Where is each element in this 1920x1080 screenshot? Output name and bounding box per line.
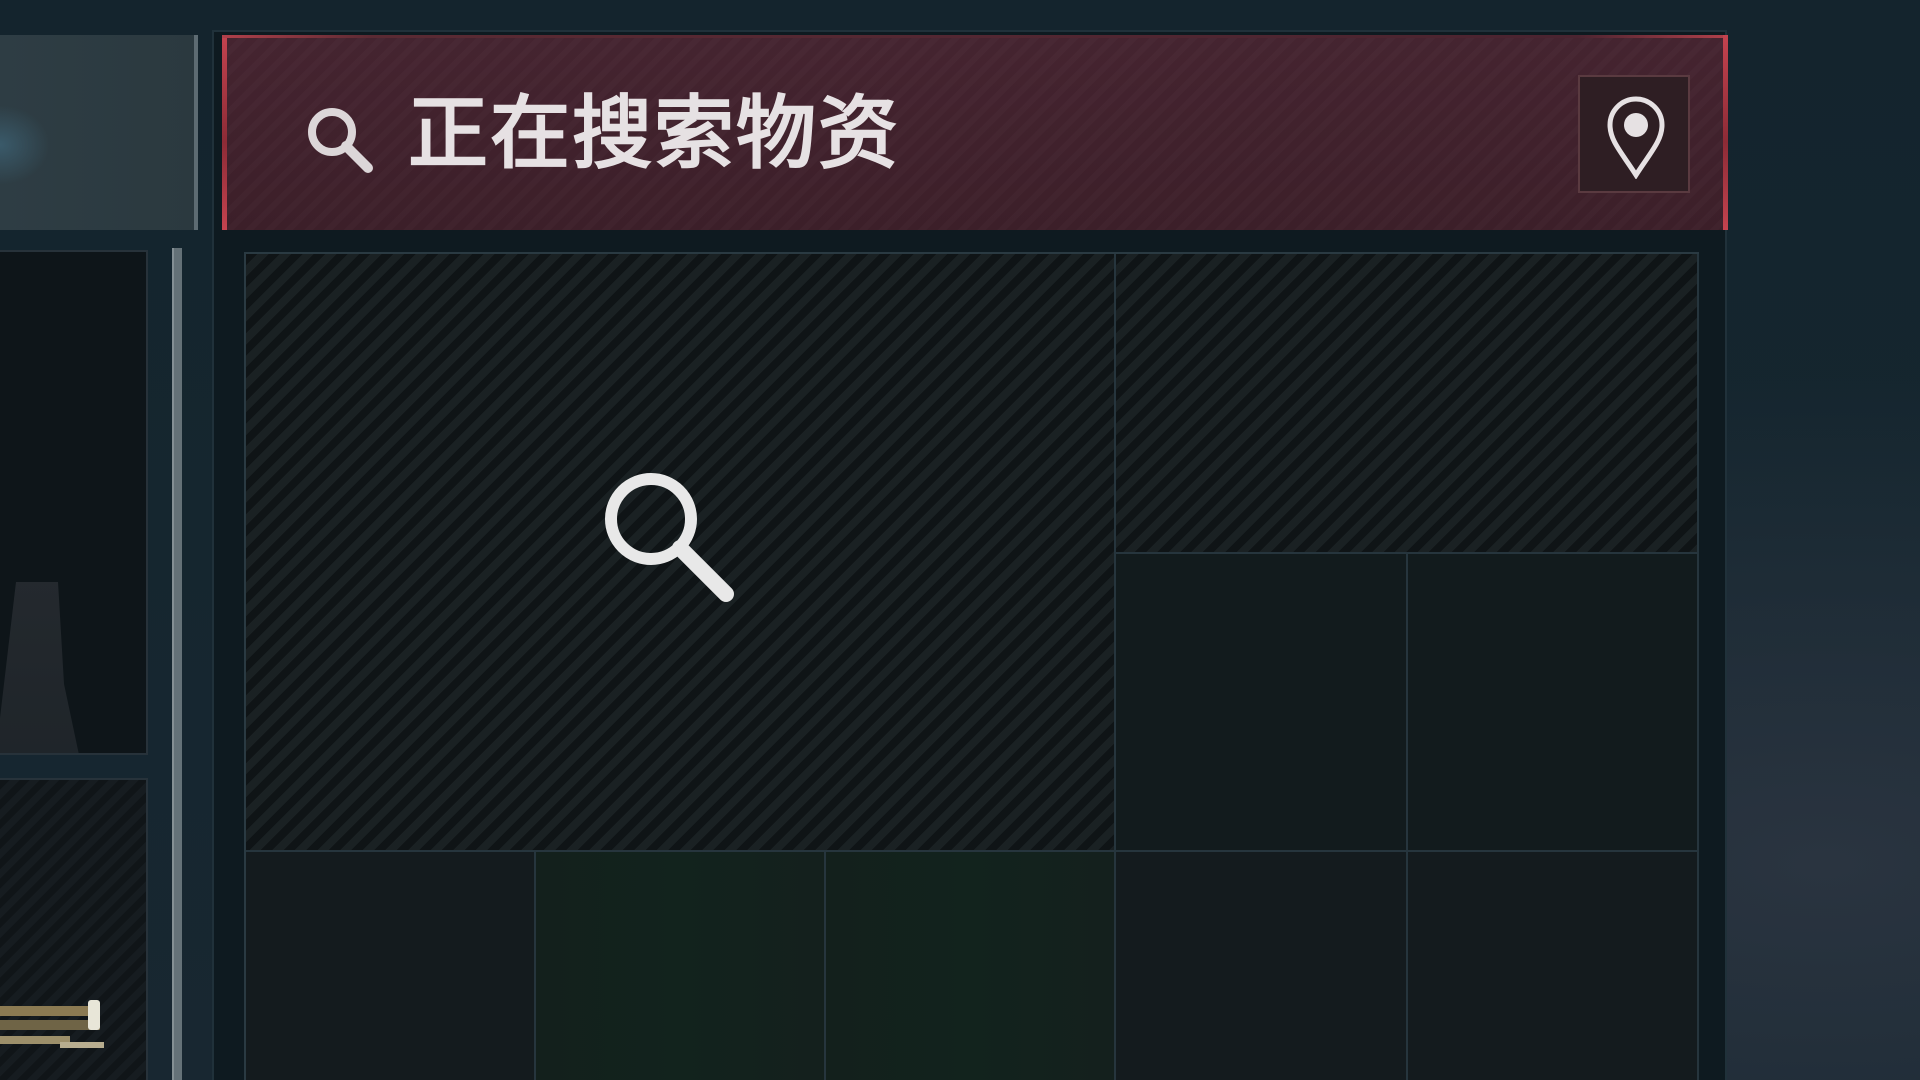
left-panel-header: [0, 35, 198, 230]
searching-status-title: 正在搜索物资: [408, 87, 900, 180]
loot-slot[interactable]: [1116, 852, 1408, 1080]
loot-grid: [244, 252, 1699, 1080]
header-top-edge: [222, 35, 1728, 38]
left-panel-glow: [0, 105, 50, 185]
loot-slot[interactable]: [1408, 554, 1699, 852]
search-icon: [605, 473, 734, 602]
loot-slot[interactable]: [1116, 554, 1408, 852]
map-pin-icon: [1607, 96, 1665, 179]
armor-silhouette-icon: [0, 582, 100, 753]
inventory-scrollbar[interactable]: [172, 248, 182, 1080]
search-icon: [308, 108, 373, 173]
loot-slot-unsearched[interactable]: [1116, 254, 1699, 554]
locate-button[interactable]: [1578, 75, 1690, 193]
loot-slot[interactable]: [1408, 852, 1699, 1080]
equipment-slot-weapon[interactable]: [0, 778, 148, 1080]
loot-slot[interactable]: [246, 852, 536, 1080]
rifle-icon: [0, 1000, 104, 1048]
loot-slot[interactable]: [536, 852, 826, 1080]
loot-slot[interactable]: [826, 852, 1116, 1080]
game-screen: 正在搜索物资: [0, 0, 1920, 1080]
loot-slot-searching[interactable]: [246, 254, 1116, 852]
equipment-slot-armor[interactable]: [0, 250, 148, 755]
